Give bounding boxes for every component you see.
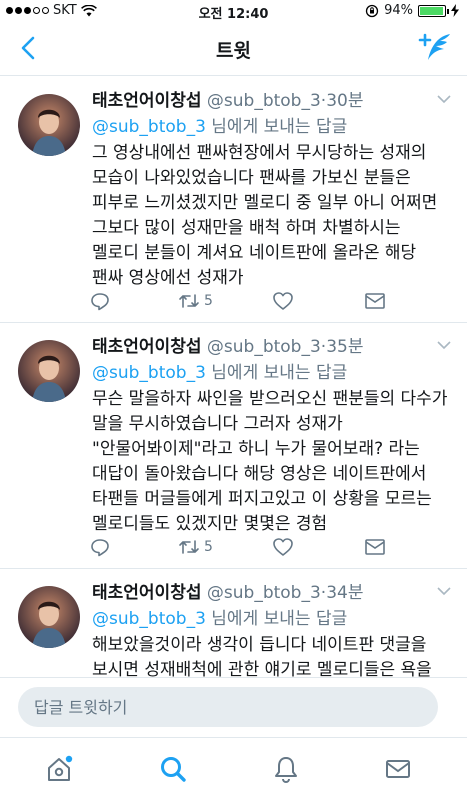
tweet-content: 태초언어이창섭 @sub_btob_3·30분 @sub_btob_3 님에게 … xyxy=(92,89,451,291)
retweet-button[interactable]: 5 xyxy=(178,536,213,558)
reply-tweet-input[interactable] xyxy=(18,687,438,727)
like-heart-icon xyxy=(273,538,293,556)
avatar[interactable] xyxy=(18,586,80,648)
tweet-header: 태초언어이창섭 @sub_btob_3·35분 xyxy=(92,335,451,359)
tweet-actions: 5 xyxy=(90,290,392,312)
notifications-icon[interactable] xyxy=(271,754,301,784)
timestamp: 30분 xyxy=(326,91,364,111)
reply-icon xyxy=(91,539,109,557)
direct-message-icon xyxy=(365,293,385,309)
tweet-text: 그 영상내에선 팬싸현장에서 무시당하는 성재의 모습이 나와있었습니다 팬싸를… xyxy=(92,143,438,288)
tweet-header: 태초언어이창섭 @sub_btob_3·30분 xyxy=(92,89,451,113)
reply-suffix: 님에게 보내는 답글 xyxy=(205,609,348,629)
battery-percent: 94% xyxy=(384,3,413,18)
home-icon[interactable] xyxy=(44,754,74,784)
like-button[interactable] xyxy=(272,536,294,558)
avatar-image xyxy=(18,586,80,648)
reply-mention-link[interactable]: @sub_btob_3 xyxy=(92,609,206,629)
avatar[interactable] xyxy=(18,94,80,156)
like-button[interactable] xyxy=(272,290,294,312)
reply-composer xyxy=(0,677,467,737)
battery-icon xyxy=(418,4,449,17)
replying-to: @sub_btob_3 님에게 보내는 답글 xyxy=(92,115,451,139)
tweet[interactable]: 태초언어이창섭 @sub_btob_3·35분 @sub_btob_3 님에게 … xyxy=(0,323,467,569)
reply-mention-link[interactable]: @sub_btob_3 xyxy=(92,363,206,383)
timestamp: 34분 xyxy=(326,583,364,603)
share-dm-button[interactable] xyxy=(364,536,386,558)
display-name[interactable]: 태초언어이창섭 xyxy=(92,91,201,111)
tweet-content: 태초언어이창섭 @sub_btob_3·34분 @sub_btob_3 님에게 … xyxy=(92,581,451,683)
share-dm-button[interactable] xyxy=(364,290,386,312)
messages-icon[interactable] xyxy=(383,754,413,784)
tab-bar xyxy=(0,737,467,799)
avatar-image xyxy=(18,340,80,402)
reply-suffix: 님에게 보내는 답글 xyxy=(205,117,348,137)
tweet-text: 무슨 말을하자 싸인을 받으러오신 팬분들의 다수가 말을 무시하였습니다 그러… xyxy=(92,389,448,534)
avatar[interactable] xyxy=(18,340,80,402)
avatar-image xyxy=(18,94,80,156)
like-heart-icon xyxy=(273,292,293,310)
user-handle[interactable]: @sub_btob_3 xyxy=(207,337,321,357)
timestamp: 35분 xyxy=(326,337,364,357)
tweet[interactable]: 태초언어이창섭 @sub_btob_3·30분 @sub_btob_3 님에게 … xyxy=(0,77,467,323)
reply-suffix: 님에게 보내는 답글 xyxy=(205,363,348,383)
retweet-button[interactable]: 5 xyxy=(178,290,213,312)
tweet-actions: 5 xyxy=(90,536,392,558)
orientation-lock-icon xyxy=(365,4,379,17)
reply-button[interactable] xyxy=(90,290,110,312)
user-handle[interactable]: @sub_btob_3 xyxy=(207,583,321,603)
navigation-bar: 트윗 xyxy=(0,22,467,76)
compose-tweet-icon[interactable] xyxy=(417,31,453,65)
tweet-header: 태초언어이창섭 @sub_btob_3·34분 xyxy=(92,581,451,605)
search-icon[interactable] xyxy=(158,754,188,784)
reply-icon xyxy=(91,293,109,311)
retweet-count: 5 xyxy=(204,293,213,309)
retweet-count: 5 xyxy=(204,539,213,555)
replying-to: @sub_btob_3 님에게 보내는 답글 xyxy=(92,607,451,631)
direct-message-icon xyxy=(365,539,385,555)
charging-icon xyxy=(451,4,459,17)
reply-button[interactable] xyxy=(90,536,110,558)
page-title: 트윗 xyxy=(216,40,251,62)
replying-to: @sub_btob_3 님에게 보내는 답글 xyxy=(92,361,451,385)
retweet-icon xyxy=(179,540,199,554)
new-activity-dot xyxy=(65,755,73,763)
display-name[interactable]: 태초언어이창섭 xyxy=(92,583,201,603)
tweet-text: 해보았을것이라 생각이 듭니다 네이트판 댓글을 보시면 성재배척에 관한 얘기… xyxy=(92,635,432,680)
display-name[interactable]: 태초언어이창섭 xyxy=(92,337,201,357)
retweet-icon xyxy=(179,294,199,308)
status-right: 94% xyxy=(365,3,459,18)
reply-mention-link[interactable]: @sub_btob_3 xyxy=(92,117,206,137)
status-bar: SKT 오전 12:40 94% xyxy=(0,0,467,22)
user-handle[interactable]: @sub_btob_3 xyxy=(207,91,321,111)
tweet-content: 태초언어이창섭 @sub_btob_3·35분 @sub_btob_3 님에게 … xyxy=(92,335,451,537)
